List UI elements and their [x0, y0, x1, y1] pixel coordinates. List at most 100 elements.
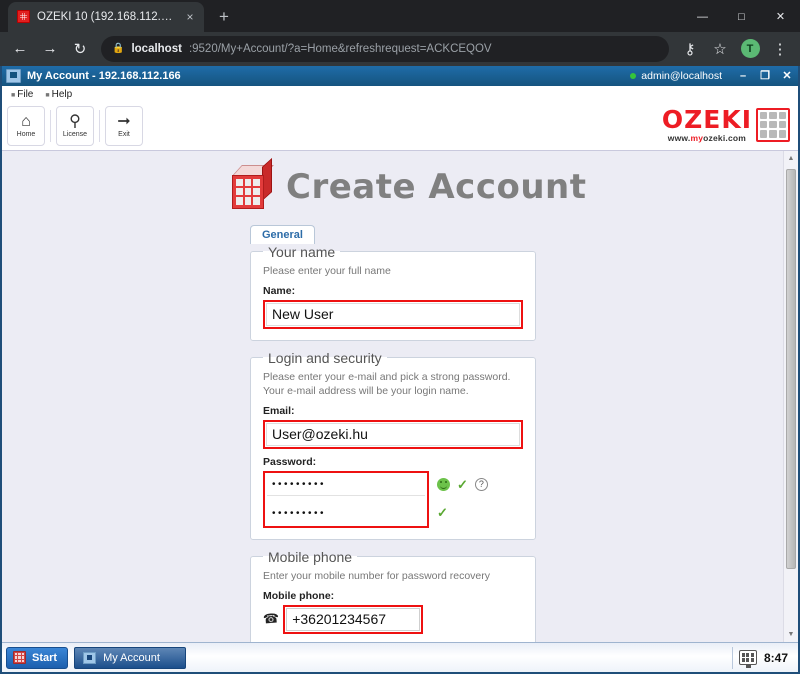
- email-field-highlight: User@ozeki.hu: [263, 419, 523, 449]
- green-smiley-icon: [437, 477, 450, 491]
- section-login-security-legend: Login and security: [268, 349, 382, 366]
- bullet-icon: ■: [11, 91, 16, 99]
- toolbar-button-home-label: Home: [16, 131, 36, 139]
- section-your-name-legend: Your name: [268, 243, 336, 260]
- help-icon[interactable]: ?: [474, 477, 488, 491]
- start-button[interactable]: Start: [6, 646, 69, 669]
- phone-handset-icon: ☎: [262, 610, 280, 627]
- create-account-form: General Your name Please enter your full…: [250, 224, 536, 642]
- email-input[interactable]: User@ozeki.hu: [266, 422, 520, 446]
- user-label: admin@localhost: [641, 69, 722, 82]
- password-valid-check-icon: ✓: [457, 476, 468, 492]
- menu-item-file-label: File: [17, 88, 34, 100]
- forward-arrow-icon[interactable]: →: [36, 35, 64, 63]
- back-arrow-icon[interactable]: ←: [6, 35, 34, 63]
- section-your-name: Your name Please enter your full name Na…: [250, 243, 536, 341]
- name-field-highlight: New User: [263, 299, 523, 329]
- toolbar-button-license-label: License: [62, 131, 88, 139]
- menu-item-help-label: Help: [51, 88, 73, 100]
- start-grid-icon: [13, 651, 26, 664]
- mobile-phone-row: ☎ +36201234567: [262, 604, 523, 634]
- close-icon[interactable]: ✕: [761, 0, 800, 34]
- new-tab-button[interactable]: +: [210, 3, 238, 31]
- mobile-phone-field-label: Mobile phone:: [263, 589, 335, 602]
- taskbar-item-my-account[interactable]: My Account: [74, 646, 187, 669]
- app-window-icon: [83, 651, 97, 664]
- password-fields: ••••••••• •••••••••: [263, 470, 429, 528]
- minimize-icon[interactable]: —: [683, 0, 722, 34]
- name-input[interactable]: New User: [266, 302, 520, 326]
- ozeki-logo-text: OZEKI www.myozeki.com: [661, 104, 752, 143]
- toolbar-separator: [50, 110, 51, 143]
- app-close-icon[interactable]: ✕: [776, 69, 798, 82]
- ozeki-url-brand: my: [690, 132, 704, 143]
- reload-icon[interactable]: ↻: [66, 35, 94, 63]
- ozeki-url: www.myozeki.com: [662, 133, 752, 143]
- ozeki-wordmark: OZEKI: [661, 104, 752, 134]
- name-field-label: Name:: [263, 284, 296, 297]
- red-cube-icon: [224, 157, 274, 211]
- app-menubar: ■ File ■ Help: [2, 85, 798, 103]
- lock-icon: 🔒: [112, 43, 125, 55]
- password-input[interactable]: •••••••••: [267, 475, 425, 496]
- menu-item-file[interactable]: ■ File: [6, 89, 38, 100]
- browser-tabstrip: OZEKI 10 (192.168.112.166) × + — □ ✕: [0, 0, 800, 32]
- toolbar-button-license[interactable]: ⚲ License: [56, 106, 94, 147]
- section-mobile-phone-hint: Enter your mobile number for password re…: [263, 569, 491, 582]
- toolbar-button-home[interactable]: ⌂ Home: [7, 106, 45, 147]
- app-toolbar: ⌂ Home ⚲ License ➞ Exit OZEKI www.myozek…: [2, 102, 798, 151]
- key-icon[interactable]: ⚷: [676, 35, 704, 63]
- browser-window-controls: — □ ✕: [683, 0, 800, 34]
- display-icon[interactable]: [738, 650, 757, 668]
- ozeki-logo: OZEKI www.myozeki.com: [661, 104, 790, 143]
- tab-general[interactable]: General: [250, 224, 315, 244]
- hint-line-2: Your e-mail address will be your login n…: [263, 384, 469, 397]
- mobile-phone-input[interactable]: +36201234567: [286, 607, 421, 631]
- avatar-initial: T: [740, 39, 760, 59]
- taskbar-item-label: My Account: [103, 651, 160, 664]
- home-icon: ⌂: [21, 113, 31, 131]
- menu-item-help[interactable]: ■ Help: [40, 89, 77, 100]
- address-bar[interactable]: 🔒 localhost:9520/My+Account/?a=Home&refr…: [101, 35, 669, 62]
- bookmark-star-icon[interactable]: ☆: [706, 35, 734, 63]
- taskbar-clock[interactable]: 8:47: [764, 651, 788, 665]
- scroll-up-icon[interactable]: ▲: [784, 151, 798, 166]
- mobile-phone-highlight: +36201234567: [283, 604, 424, 634]
- browser-toolbar: ← → ↻ 🔒 localhost:9520/My+Account/?a=Hom…: [0, 31, 800, 66]
- app-title: My Account - 192.168.112.166: [27, 69, 181, 82]
- maximize-icon[interactable]: □: [722, 0, 761, 34]
- password-confirm-input[interactable]: •••••••••: [267, 503, 425, 524]
- password-confirm-check-icon: ✓: [437, 504, 448, 520]
- browser-menu-icon[interactable]: ⋮: [766, 35, 794, 63]
- toolbar-button-exit[interactable]: ➞ Exit: [105, 106, 143, 147]
- section-login-security: Login and security Please enter your e-m…: [250, 349, 536, 540]
- ozeki-app-window: My Account - 192.168.112.166 admin@local…: [0, 65, 800, 674]
- app-minimize-icon[interactable]: –: [732, 70, 754, 82]
- toolbar-button-exit-label: Exit: [118, 131, 130, 139]
- password-confirm-row: ✓: [437, 502, 488, 523]
- password-field-highlight: ••••••••• •••••••••: [263, 470, 429, 528]
- email-field-label: Email:: [263, 404, 295, 417]
- vertical-scrollbar[interactable]: ▲ ▼: [783, 150, 798, 642]
- browser-tab-title: OZEKI 10 (192.168.112.166): [37, 10, 175, 23]
- system-tray: 8:47: [731, 646, 794, 669]
- page-header: Create Account: [2, 157, 798, 211]
- avatar[interactable]: T: [736, 35, 764, 63]
- ozeki-url-prefix: www.: [667, 132, 691, 143]
- page-content: Create Account General Your name Please …: [2, 151, 798, 642]
- app-titlebar: My Account - 192.168.112.166 admin@local…: [2, 65, 798, 86]
- password-field-label: Password:: [263, 455, 317, 468]
- scrollbar-thumb[interactable]: [786, 168, 796, 569]
- section-login-security-hint: Please enter your e-mail and pick a stro…: [263, 370, 523, 398]
- app-maximize-icon[interactable]: ❐: [754, 69, 776, 82]
- page-title: Create Account: [286, 166, 587, 207]
- toolbar-separator: [99, 110, 100, 143]
- scroll-down-icon[interactable]: ▼: [784, 627, 798, 642]
- close-icon[interactable]: ×: [182, 9, 198, 25]
- app-content-area: ▲ ▼ Create Account General Your name Ple…: [2, 150, 798, 642]
- section-mobile-phone-legend: Mobile phone: [268, 548, 353, 565]
- logged-in-user: admin@localhost: [630, 70, 722, 82]
- start-button-label: Start: [32, 651, 58, 664]
- browser-tab[interactable]: OZEKI 10 (192.168.112.166) ×: [8, 1, 204, 32]
- password-row: ••••••••• ••••••••• ✓ ? ✓: [263, 470, 523, 528]
